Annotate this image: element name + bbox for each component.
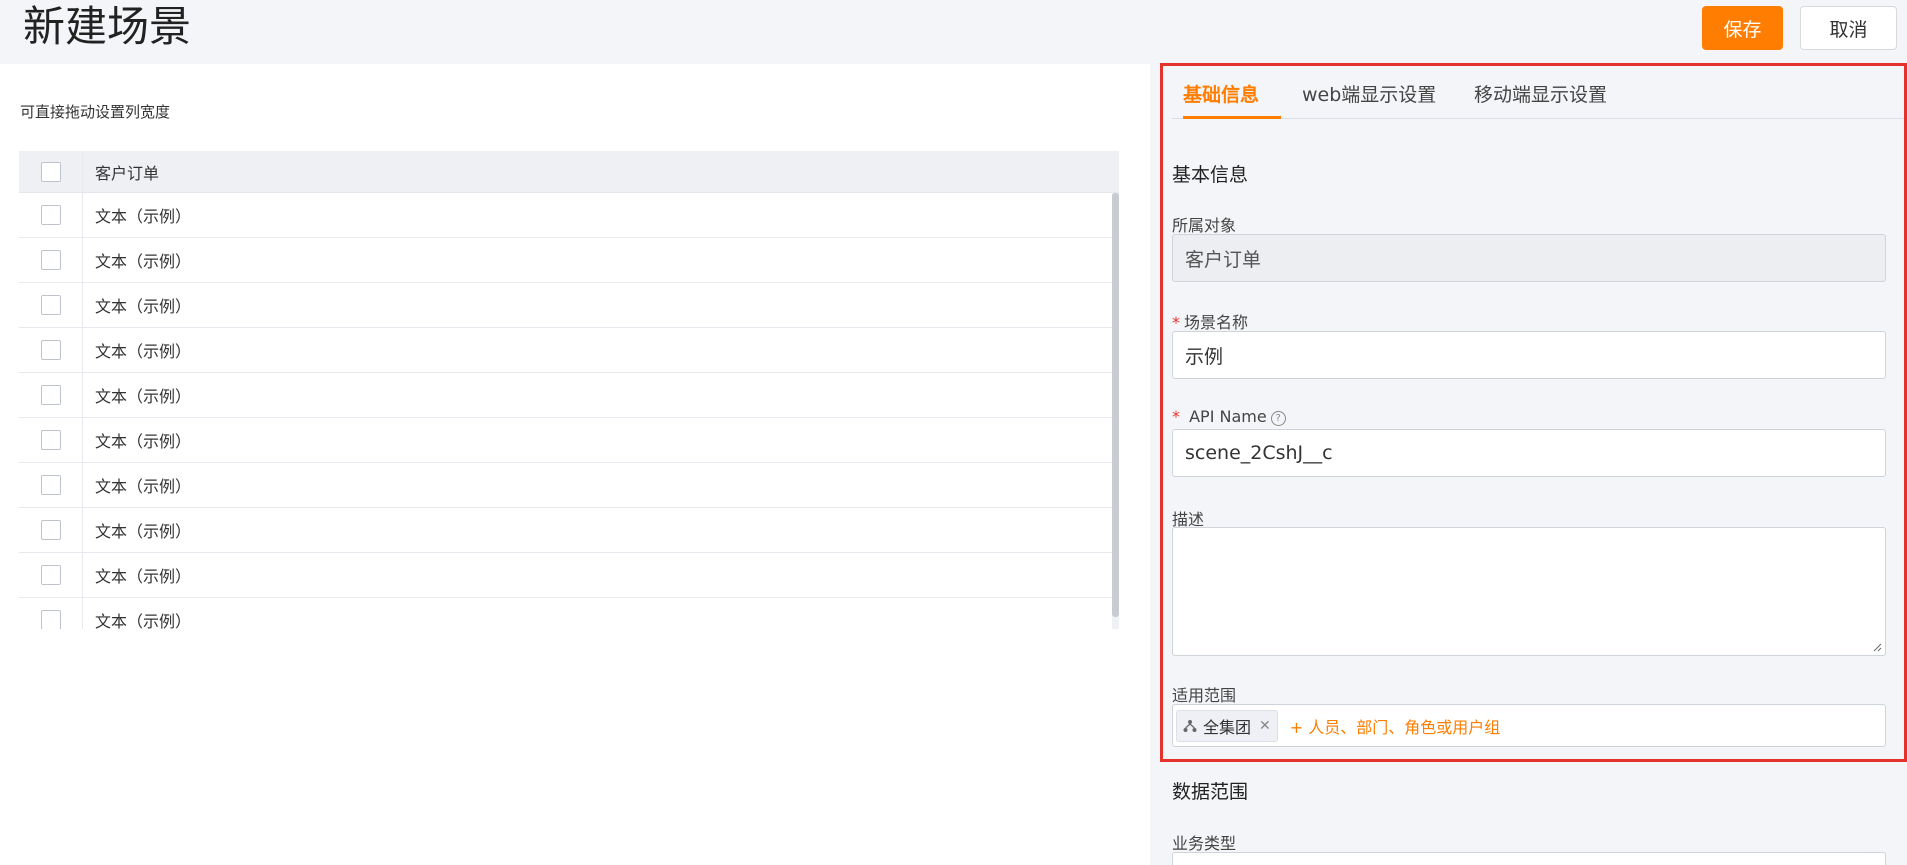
row-checkbox[interactable] [40, 430, 61, 450]
table-cell: 文本（示例） [95, 567, 192, 586]
row-checkbox[interactable] [40, 250, 61, 270]
row-checkbox-cell [19, 598, 83, 629]
row-checkbox-cell [19, 373, 83, 417]
column-width-hint: 可直接拖动设置列宽度 [20, 103, 171, 121]
api-name-label-text: API Name [1189, 407, 1267, 426]
table-cell: 文本（示例） [95, 342, 192, 361]
help-icon[interactable]: ? [1270, 411, 1286, 426]
row-checkbox[interactable] [40, 205, 61, 225]
table-scrollbar-thumb[interactable] [1112, 193, 1119, 617]
resize-handle-icon[interactable] [1872, 642, 1882, 652]
preview-table: 客户订单 文本（示例） 文本（示例） 文本（示例） 文本（示例） 文本（示例） … [19, 151, 1119, 629]
table-row: 文本（示例） [19, 463, 1112, 508]
close-icon[interactable]: ✕ [1259, 718, 1271, 734]
table-cell: 文本（示例） [95, 477, 192, 496]
row-checkbox[interactable] [40, 610, 61, 629]
object-field: 客户订单 [1172, 234, 1886, 282]
scene-name-label: * 场景名称 [1172, 309, 1248, 333]
table-row: 文本（示例） [19, 418, 1112, 463]
object-value: 客户订单 [1185, 248, 1262, 271]
header-checkbox-cell [19, 151, 83, 193]
table-cell: 文本（示例） [95, 522, 192, 541]
row-checkbox[interactable] [40, 385, 61, 405]
org-tree-icon [1183, 719, 1197, 732]
scope-tag-label: 全集团 [1203, 717, 1252, 737]
page-header: 新建场景 保存 取消 [0, 0, 1907, 64]
row-checkbox-cell [19, 193, 83, 237]
row-checkbox[interactable] [40, 565, 61, 585]
api-name-input[interactable]: scene_2CshJ__c [1172, 429, 1886, 477]
object-label: 所属对象 [1172, 216, 1237, 235]
scene-name-label-text: 场景名称 [1184, 313, 1249, 332]
table-row: 文本（示例） [19, 193, 1112, 238]
description-textarea[interactable] [1172, 527, 1886, 656]
row-checkbox[interactable] [40, 520, 61, 540]
cancel-button[interactable]: 取消 [1800, 6, 1897, 50]
api-name-value: scene_2CshJ__c [1185, 442, 1333, 464]
select-all-checkbox[interactable] [40, 162, 61, 182]
scene-name-input[interactable]: 示例 [1172, 331, 1886, 379]
table-row: 文本（示例） [19, 598, 1112, 629]
table-cell: 文本（示例） [95, 387, 192, 406]
table-header-row: 客户订单 [19, 151, 1119, 193]
table-row: 文本（示例） [19, 238, 1112, 283]
required-mark: * [1172, 313, 1180, 332]
add-scope-link[interactable]: + 人员、部门、角色或用户组 [1290, 714, 1501, 738]
row-checkbox[interactable] [40, 340, 61, 360]
row-checkbox-cell [19, 508, 83, 552]
row-checkbox-cell [19, 283, 83, 327]
row-checkbox-cell [19, 553, 83, 597]
row-checkbox-cell [19, 328, 83, 372]
business-type-select[interactable] [1172, 852, 1886, 865]
table-row: 文本（示例） [19, 328, 1112, 373]
business-type-label: 业务类型 [1172, 834, 1237, 853]
table-cell: 文本（示例） [95, 432, 192, 451]
table-cell: 文本（示例） [95, 612, 192, 629]
row-checkbox[interactable] [40, 295, 61, 315]
tab-web-display[interactable]: web端显示设置 [1302, 80, 1436, 119]
tab-basic-info[interactable]: 基础信息 [1183, 80, 1281, 119]
scope-selector[interactable]: 全集团 ✕ + 人员、部门、角色或用户组 [1172, 704, 1886, 747]
api-name-label: * API Name? [1172, 407, 1286, 426]
save-button[interactable]: 保存 [1702, 6, 1783, 50]
row-checkbox-cell [19, 463, 83, 507]
table-cell: 文本（示例） [95, 207, 192, 226]
scope-tag: 全集团 ✕ [1176, 709, 1278, 742]
data-range-section-title: 数据范围 [1172, 781, 1249, 803]
table-cell: 文本（示例） [95, 297, 192, 316]
scene-name-value: 示例 [1185, 345, 1224, 368]
table-row: 文本（示例） [19, 283, 1112, 328]
row-checkbox-cell [19, 238, 83, 282]
row-checkbox[interactable] [40, 475, 61, 495]
scope-label: 适用范围 [1172, 686, 1237, 705]
settings-tabs: 基础信息 web端显示设置 移动端显示设置 [1172, 68, 1907, 119]
preview-panel: 可直接拖动设置列宽度 客户订单 文本（示例） 文本（示例） 文本（示例） 文本（… [0, 64, 1150, 865]
table-body: 文本（示例） 文本（示例） 文本（示例） 文本（示例） 文本（示例） 文本（示例… [19, 193, 1112, 629]
column-header-customer-order[interactable]: 客户订单 [83, 160, 159, 184]
table-row: 文本（示例） [19, 373, 1112, 418]
tab-mobile-display[interactable]: 移动端显示设置 [1474, 80, 1607, 119]
basic-info-section-title: 基本信息 [1172, 164, 1249, 186]
table-row: 文本（示例） [19, 553, 1112, 598]
table-row: 文本（示例） [19, 508, 1112, 553]
page-title: 新建场景 [23, 2, 192, 51]
required-mark: * [1172, 407, 1180, 426]
row-checkbox-cell [19, 418, 83, 462]
table-cell: 文本（示例） [95, 252, 192, 271]
